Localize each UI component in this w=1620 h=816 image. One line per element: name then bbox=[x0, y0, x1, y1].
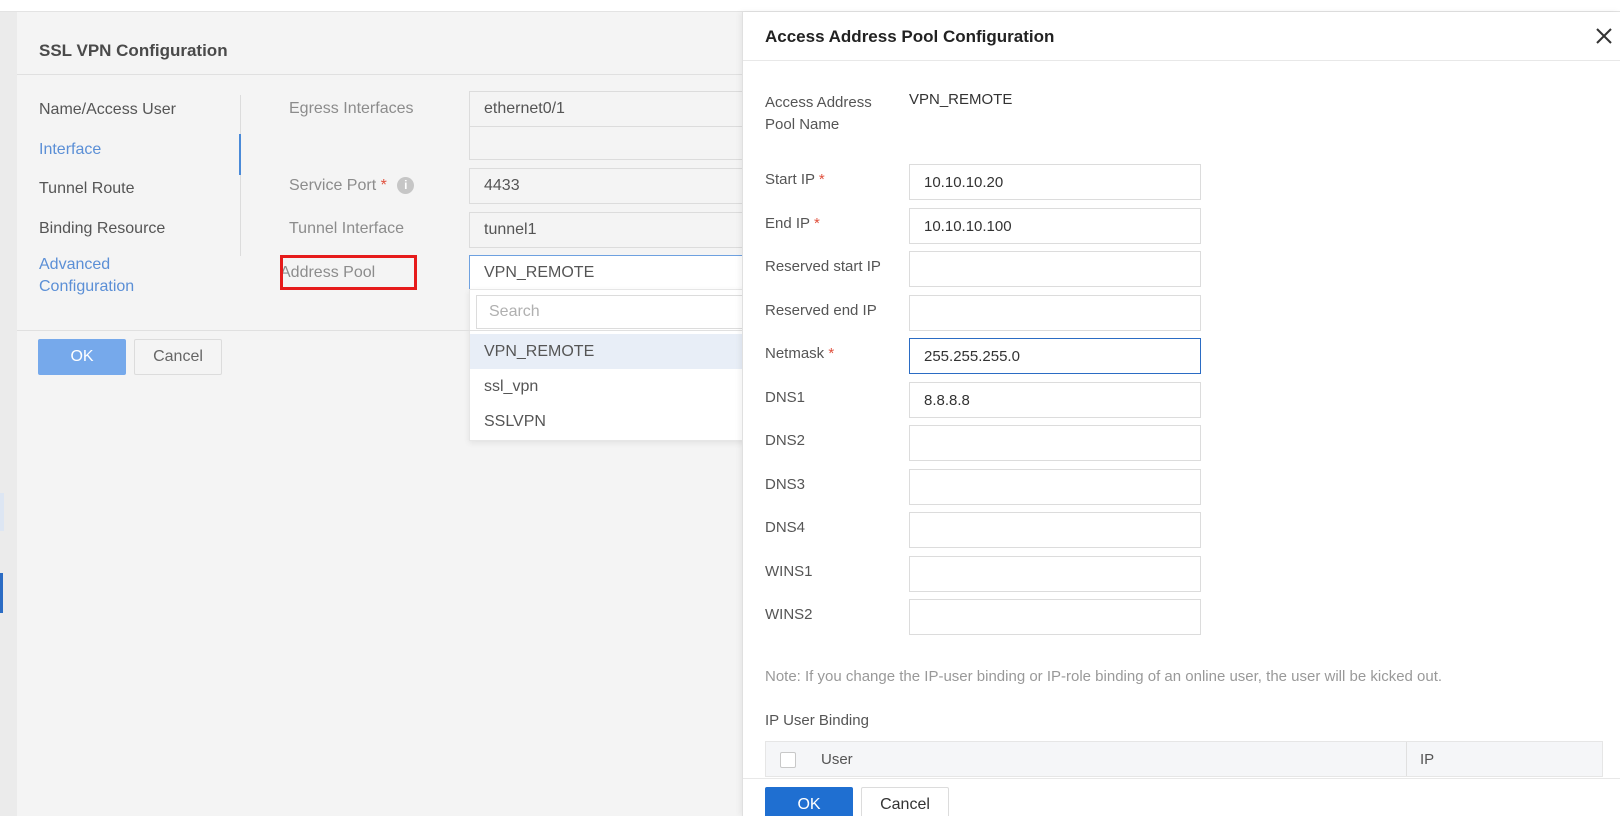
egress-interfaces-row-divider bbox=[470, 126, 776, 127]
wins2-input[interactable] bbox=[909, 599, 1201, 635]
dns1-input[interactable] bbox=[909, 382, 1201, 418]
nav-item-tunnel-route[interactable]: Tunnel Route bbox=[39, 180, 134, 198]
tunnel-interface-value: tunnel1 bbox=[484, 221, 537, 238]
netmask-label: Netmask * bbox=[765, 343, 834, 365]
start-ip-required-mark: * bbox=[818, 171, 825, 188]
dropdown-option-vpn-remote[interactable]: VPN_REMOTE bbox=[470, 334, 776, 369]
nav-active-indicator bbox=[239, 134, 241, 175]
reserved-end-ip-input[interactable] bbox=[909, 295, 1201, 331]
ip-user-binding-table-header: User IP bbox=[765, 741, 1603, 777]
reserved-start-ip-input[interactable] bbox=[909, 251, 1201, 287]
info-icon[interactable]: i bbox=[397, 177, 415, 195]
dns4-input[interactable] bbox=[909, 512, 1201, 548]
dialog-cancel-button[interactable]: Cancel bbox=[134, 339, 222, 375]
netmask-input[interactable] bbox=[909, 338, 1201, 374]
pool-name-label: Access Address Pool Name bbox=[765, 92, 872, 136]
background-sidebar-active-indicator bbox=[0, 573, 3, 613]
ssl-vpn-config-dialog: SSL VPN Configuration Name/Access User I… bbox=[17, 26, 777, 816]
panel-cancel-button[interactable]: Cancel bbox=[861, 787, 949, 816]
panel-title: Access Address Pool Configuration bbox=[765, 27, 1055, 46]
column-header-user[interactable]: User bbox=[821, 751, 853, 768]
dialog-ok-button[interactable]: OK bbox=[38, 339, 126, 375]
nav-item-advanced-line1: Advanced bbox=[39, 256, 111, 273]
service-port-required-mark: * bbox=[380, 177, 387, 194]
wins2-label: WINS2 bbox=[765, 606, 813, 623]
address-pool-select-value: VPN_REMOTE bbox=[484, 264, 595, 281]
ip-user-binding-title: IP User Binding bbox=[765, 712, 869, 729]
netmask-required-mark: * bbox=[828, 345, 835, 362]
nav-item-interface[interactable]: Interface bbox=[39, 141, 101, 159]
netmask-label-text: Netmask bbox=[765, 345, 825, 362]
dns3-input[interactable] bbox=[909, 469, 1201, 505]
end-ip-label: End IP * bbox=[765, 213, 820, 235]
wins1-input[interactable] bbox=[909, 556, 1201, 592]
dropdown-search-input[interactable] bbox=[476, 295, 772, 329]
close-icon[interactable] bbox=[1592, 24, 1616, 48]
access-address-pool-panel: Access Address Pool Configuration Access… bbox=[742, 12, 1620, 816]
egress-interfaces-value: ethernet0/1 bbox=[484, 100, 565, 117]
pool-name-label-line2: Pool Name bbox=[765, 116, 840, 133]
service-port-value: 4433 bbox=[484, 177, 520, 194]
end-ip-required-mark: * bbox=[813, 215, 820, 232]
dialog-footer-divider bbox=[17, 330, 777, 331]
service-port-label-text: Service Port bbox=[289, 177, 377, 194]
service-port-label: Service Port * i bbox=[289, 177, 415, 195]
background-sidebar-selection bbox=[0, 493, 4, 531]
top-strip bbox=[0, 0, 1620, 12]
nav-item-advanced-line2: Configuration bbox=[39, 278, 135, 295]
nav-item-advanced-configuration[interactable]: Advanced Configuration bbox=[39, 254, 134, 298]
tunnel-interface-field[interactable]: tunnel1 bbox=[469, 212, 777, 248]
dns3-label: DNS3 bbox=[765, 476, 806, 493]
panel-ok-button[interactable]: OK bbox=[765, 787, 853, 816]
dropdown-option-sslvpn[interactable]: SSLVPN bbox=[470, 404, 776, 439]
dialog-header: SSL VPN Configuration bbox=[17, 26, 777, 75]
pool-name-label-line1: Access Address bbox=[765, 94, 872, 111]
dialog-title: SSL VPN Configuration bbox=[39, 41, 228, 60]
wins1-label: WINS1 bbox=[765, 563, 813, 580]
column-header-ip[interactable]: IP bbox=[1420, 751, 1434, 768]
select-all-checkbox[interactable] bbox=[780, 752, 796, 768]
dns2-label: DNS2 bbox=[765, 432, 806, 449]
pool-name-value: VPN_REMOTE bbox=[909, 91, 1013, 108]
egress-interfaces-field[interactable]: ethernet0/1 bbox=[469, 91, 777, 160]
nav-item-binding-resource[interactable]: Binding Resource bbox=[39, 220, 165, 238]
tunnel-interface-label: Tunnel Interface bbox=[289, 220, 405, 237]
dropdown-option-ssl-vpn[interactable]: ssl_vpn bbox=[470, 369, 776, 404]
start-ip-input[interactable] bbox=[909, 164, 1201, 200]
service-port-field[interactable]: 4433 bbox=[469, 168, 777, 204]
reserved-start-ip-label: Reserved start IP bbox=[765, 258, 881, 275]
address-pool-dropdown: VPN_REMOTE ssl_vpn SSLVPN bbox=[469, 289, 777, 441]
start-ip-label-text: Start IP bbox=[765, 171, 815, 188]
end-ip-label-text: End IP bbox=[765, 215, 810, 232]
nav-item-name-access-user[interactable]: Name/Access User bbox=[39, 101, 176, 119]
egress-interfaces-label: Egress Interfaces bbox=[289, 100, 414, 117]
dns2-input[interactable] bbox=[909, 425, 1201, 461]
reserved-end-ip-label: Reserved end IP bbox=[765, 302, 877, 319]
address-pool-select[interactable]: VPN_REMOTE bbox=[469, 255, 777, 291]
start-ip-label: Start IP * bbox=[765, 169, 825, 191]
dns1-label: DNS1 bbox=[765, 389, 806, 406]
nav-divider bbox=[240, 95, 241, 256]
end-ip-input[interactable] bbox=[909, 208, 1201, 244]
binding-note: Note: If you change the IP-user binding … bbox=[765, 668, 1443, 685]
address-pool-highlight bbox=[280, 255, 417, 290]
dns4-label: DNS4 bbox=[765, 519, 806, 536]
background-sidebar bbox=[0, 12, 17, 816]
column-separator bbox=[1406, 742, 1407, 776]
panel-header: Access Address Pool Configuration bbox=[743, 12, 1620, 61]
